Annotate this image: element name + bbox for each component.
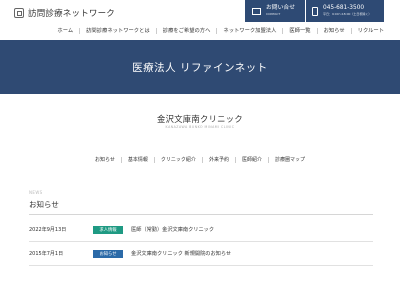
news-divider bbox=[29, 214, 373, 215]
subnav-item-basic-info[interactable]: 基本情報 bbox=[122, 157, 155, 163]
phone-button[interactable]: 045-681-3500 平日：9:00～18:00（土日祝除く） bbox=[306, 0, 384, 22]
news-item[interactable]: 2015年7月1日 お知らせ 金沢文庫南クリニック 新規開院のお知らせ bbox=[29, 242, 373, 266]
subnav-item-news[interactable]: お知らせ bbox=[89, 157, 122, 163]
subnav-item-clinic-intro[interactable]: クリニック紹介 bbox=[155, 157, 203, 163]
subnav-item-outpatient[interactable]: 外来予約 bbox=[203, 157, 236, 163]
nav-item-doctors[interactable]: 医師一覧 bbox=[283, 28, 318, 34]
top-bar: 訪問診療ネットワーク お問い合せ CONTACT 045-681-3500 平日… bbox=[0, 0, 400, 24]
news-date: 2015年7月1日 bbox=[29, 251, 64, 257]
global-nav: ホーム 訪問診療ネットワークとは 診療をご希望の方へ ネットワーク加盟法人 医師… bbox=[0, 24, 400, 38]
news-item[interactable]: 2022年9月13日 求人情報 医師（常勤）金沢文庫南クリニック bbox=[29, 218, 373, 242]
hero-title: 医療法人 リファインネット bbox=[132, 61, 268, 74]
hero-banner: 医療法人 リファインネット bbox=[0, 40, 400, 94]
site-logo[interactable]: 訪問診療ネットワーク bbox=[14, 6, 115, 20]
phone-hours: 平日：9:00～18:00（土日祝除く） bbox=[323, 11, 372, 16]
nav-item-recruit[interactable]: リクルート bbox=[352, 28, 386, 34]
logo-mark-icon bbox=[14, 8, 24, 18]
news-category-badge: 求人情報 bbox=[93, 225, 123, 234]
clinic-subnav: お知らせ 基本情報 クリニック紹介 外来予約 医師紹介 診療圏マップ bbox=[0, 155, 400, 165]
news-section-label: NEWS bbox=[29, 190, 43, 195]
news-title-link[interactable]: 医師（常勤）金沢文庫南クリニック bbox=[131, 226, 214, 233]
nav-item-patients[interactable]: 診療をご希望の方へ bbox=[157, 28, 218, 34]
news-date: 2022年9月13日 bbox=[29, 227, 67, 233]
news-title-link[interactable]: 金沢文庫南クリニック 新規開院のお知らせ bbox=[131, 250, 231, 257]
nav-item-about[interactable]: 訪問診療ネットワークとは bbox=[80, 28, 157, 34]
news-heading: お知らせ bbox=[29, 200, 59, 209]
news-category-badge: お知らせ bbox=[93, 249, 123, 258]
clinic-name-en: KANAZAWA BUNKO MINAMI CLINIC bbox=[165, 125, 235, 129]
nav-item-news[interactable]: お知らせ bbox=[318, 28, 352, 34]
subnav-item-map[interactable]: 診療圏マップ bbox=[269, 157, 311, 163]
clinic-name: 金沢文庫南クリニック bbox=[157, 114, 243, 124]
nav-item-members[interactable]: ネットワーク加盟法人 bbox=[217, 28, 284, 34]
contact-button[interactable]: お問い合せ CONTACT bbox=[245, 0, 305, 22]
subnav-item-doctors[interactable]: 医師紹介 bbox=[236, 157, 269, 163]
contact-sub-label: CONTACT bbox=[266, 11, 281, 16]
phone-icon bbox=[312, 6, 318, 16]
nav-item-home[interactable]: ホーム bbox=[51, 28, 81, 34]
mail-icon bbox=[252, 7, 261, 15]
logo-text: 訪問診療ネットワーク bbox=[28, 9, 116, 19]
